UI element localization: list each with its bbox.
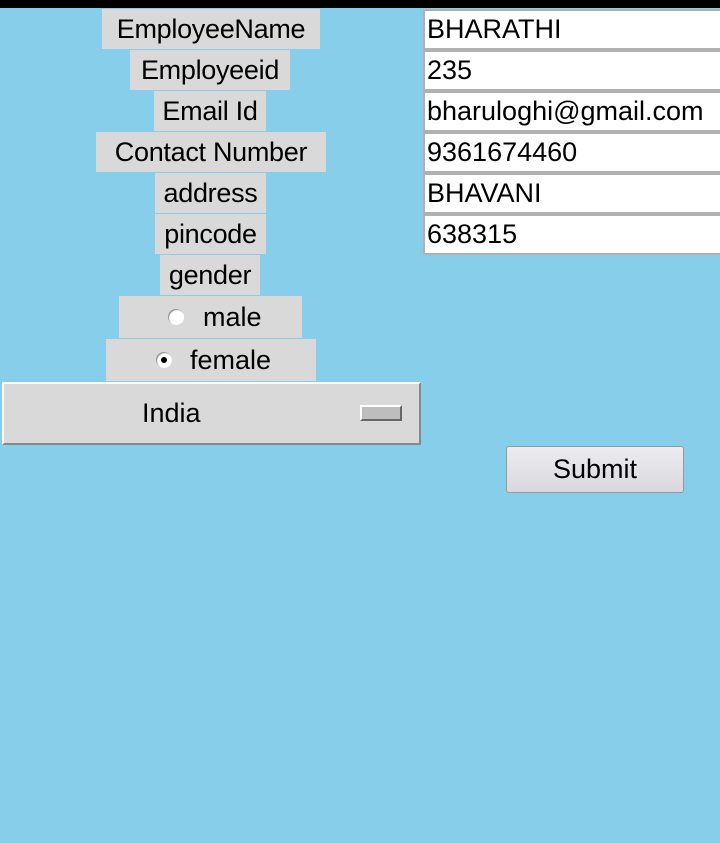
male-option-label: male [203, 302, 262, 332]
email-input[interactable]: bharuloghi@gmail.com [423, 91, 720, 132]
employee-name-label: EmployeeName [102, 9, 320, 49]
submit-button[interactable]: Submit [506, 446, 684, 493]
country-selected-value: India [142, 398, 201, 428]
employee-id-label: Employeeid [130, 50, 290, 90]
employee-name-input[interactable]: BHARATHI [423, 9, 720, 50]
radio-unchecked-icon[interactable] [168, 309, 184, 325]
pincode-label: pincode [155, 214, 266, 254]
employee-id-input[interactable]: 235 [423, 50, 720, 91]
contact-number-input[interactable]: 9361674460 [423, 132, 720, 173]
address-label: address [155, 173, 266, 213]
pincode-input[interactable]: 638315 [423, 214, 720, 255]
contact-number-label: Contact Number [96, 132, 326, 172]
gender-radio-female[interactable]: female [106, 339, 316, 381]
gender-radio-male[interactable]: male [119, 296, 302, 338]
status-bar [0, 0, 720, 8]
female-option-label: female [190, 345, 272, 375]
dropdown-indicator-icon [360, 405, 402, 421]
country-option-menu[interactable]: India [2, 382, 421, 445]
address-input[interactable]: BHAVANI [423, 173, 720, 214]
gender-label: gender [160, 255, 260, 295]
email-label: Email Id [154, 91, 266, 131]
radio-checked-icon[interactable] [156, 352, 172, 368]
